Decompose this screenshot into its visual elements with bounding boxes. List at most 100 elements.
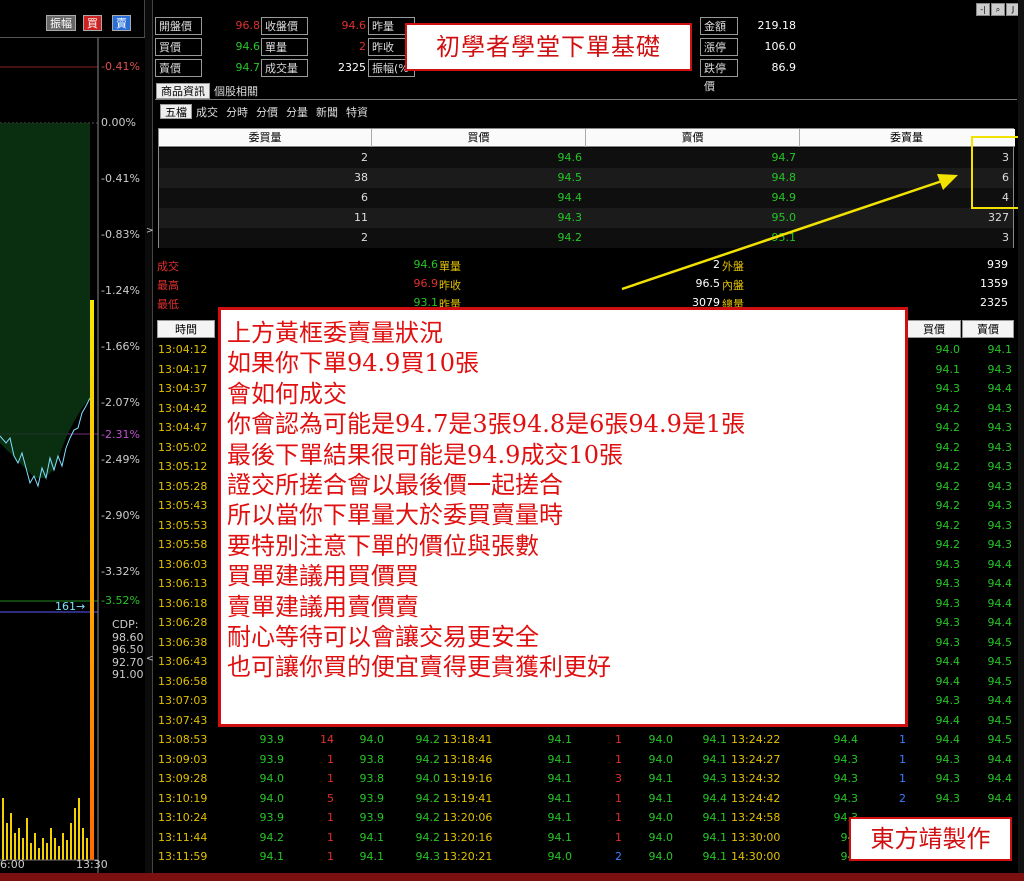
trade-time: 13:05:53: [158, 518, 208, 532]
book-row: 2 94.6 94.7 3: [159, 148, 1013, 168]
trade-time: 13:05:12: [158, 460, 208, 473]
amplitude-button[interactable]: 振幅: [46, 15, 76, 31]
total-value: 2325: [980, 296, 1008, 309]
trade-time: 13:24:27: [731, 752, 781, 766]
trade-price: 94.0: [259, 772, 285, 785]
time-header: 時間: [157, 320, 215, 338]
search-icon[interactable]: ⌕: [991, 3, 1005, 16]
trade-ask: 94.2: [415, 733, 441, 746]
trade-ask: 94.4: [987, 616, 1013, 629]
quote-row: 跌停價 86.9: [700, 58, 820, 93]
trade-ask: 94.4: [987, 596, 1013, 610]
trade-ask: 94.4: [987, 772, 1013, 785]
bid-header: 買價: [372, 129, 586, 147]
quote-row: 金額 219.18: [700, 16, 820, 36]
trade-time: 13:20:06: [443, 811, 493, 824]
bid-qty: 2: [361, 151, 368, 164]
trade-ask: 94.2: [415, 830, 441, 844]
trade-time: 13:20:21: [443, 850, 493, 863]
trade-ask: 94.3: [987, 401, 1013, 415]
trade-bid: 94.3: [935, 694, 961, 707]
trade-bid: 94.0: [648, 850, 674, 863]
ask-header: 賣價: [962, 320, 1014, 338]
trade-bid: 94.3: [935, 752, 961, 766]
volume-marker: 161→: [55, 600, 86, 613]
expand-right-icon[interactable]: >: [146, 226, 154, 236]
pct-label-11: -3.52%: [101, 594, 140, 607]
trade-time: 13:06:43: [158, 655, 208, 668]
buy-button[interactable]: 買: [83, 15, 102, 31]
lesson-title: 初學者學堂下單基礎: [405, 23, 692, 71]
pct-label-9: -2.90%: [101, 509, 140, 522]
trade-time: 13:30:00: [731, 830, 781, 844]
amount-label: 金額: [700, 17, 738, 35]
trade-price: 94.3: [833, 791, 859, 805]
total-volume-value: 2325: [338, 61, 366, 74]
trade-bid: 94.3: [935, 635, 961, 649]
cdp-value: 96.50: [112, 643, 144, 656]
pct-label-2: -0.41%: [101, 172, 140, 185]
expand-left-icon[interactable]: <: [146, 654, 154, 664]
pin-icon[interactable]: -|: [976, 3, 990, 16]
trade-bid: 94.0: [648, 830, 674, 844]
trade-bid: 94.2: [935, 499, 961, 512]
tab-trades[interactable]: 成交: [192, 105, 222, 120]
explanation-note: 上方黃框委賣量狀況 如果你下單94.9買10張 會如何成交 你會認為可能是94.…: [218, 307, 908, 727]
trade-volume: 1: [615, 830, 622, 844]
trade-bid: 94.3: [935, 557, 961, 571]
trade-time: 13:06:18: [158, 596, 208, 610]
note-line: 會如何成交: [227, 379, 347, 408]
trade-price: 93.9: [259, 752, 285, 766]
trade-price: 94.1: [547, 733, 573, 746]
trade-bid: 94.1: [648, 791, 674, 805]
bid-qty: 6: [361, 191, 368, 204]
trade-bid: 94.4: [935, 655, 961, 668]
trade-time: 13:05:58: [158, 538, 208, 551]
outer-label: 外盤: [722, 260, 744, 273]
tab-stock-related[interactable]: 個股相關: [210, 84, 262, 100]
close-price-label: 收盤價: [261, 17, 308, 35]
tab-special[interactable]: 特資: [342, 105, 372, 120]
trade-time: 13:04:17: [158, 362, 208, 376]
trade-ask: 94.1: [702, 830, 728, 844]
deal-label: 成交: [157, 260, 179, 273]
trade-price: 94.0: [259, 791, 285, 805]
book-row: 2 94.2 95.1 3: [159, 228, 1013, 248]
trade-bid: 94.2: [935, 460, 961, 473]
book-row: 11 94.3 95.0 327: [159, 208, 1013, 228]
tab-divider: [155, 99, 1017, 100]
tab-price-dist[interactable]: 分價: [252, 105, 282, 120]
trade-ask: 94.5: [987, 635, 1013, 649]
tab-product-info[interactable]: 商品資訊: [156, 83, 210, 99]
ask-price-value: 94.7: [235, 61, 261, 74]
trade-price: 94.1: [547, 752, 573, 766]
trade-time: 13:04:37: [158, 382, 208, 395]
panel-splitter[interactable]: [145, 0, 153, 873]
time-axis-start: 6:00: [0, 858, 25, 871]
trade-ask: 94.2: [415, 791, 441, 805]
inner-value: 1359: [980, 277, 1008, 290]
tab-five-levels[interactable]: 五檔: [160, 104, 192, 119]
trade-time: 13:24:42: [731, 791, 781, 805]
ask-price: 95.1: [771, 231, 797, 244]
trade-volume: 1: [327, 850, 334, 863]
tab-news[interactable]: 新聞: [312, 105, 342, 120]
trade-ask: 94.4: [987, 382, 1013, 395]
trade-ask: 94.1: [702, 811, 728, 824]
note-line: 賣單建議用賣價賣: [227, 592, 419, 621]
unit-volume-label: 單量: [261, 38, 308, 56]
prev-close-label: 昨收: [439, 279, 461, 292]
tab-time-sharing[interactable]: 分時: [222, 105, 252, 120]
high-value: 96.9: [413, 277, 439, 290]
outer-value: 939: [987, 258, 1008, 271]
trade-bid: 94.0: [648, 752, 674, 766]
trade-bid: 94.4: [935, 733, 961, 746]
sell-button[interactable]: 賣: [112, 15, 131, 31]
trade-time: 13:06:58: [158, 674, 208, 688]
trade-price: 94.3: [833, 772, 859, 785]
trade-ask: 94.3: [987, 538, 1013, 551]
tab-volume-dist[interactable]: 分量: [282, 105, 312, 120]
note-line: 也可讓你買的便宜賣得更貴獲利更好: [227, 653, 611, 682]
trade-time: 13:24:22: [731, 733, 781, 746]
trade-volume: 3: [615, 772, 622, 785]
